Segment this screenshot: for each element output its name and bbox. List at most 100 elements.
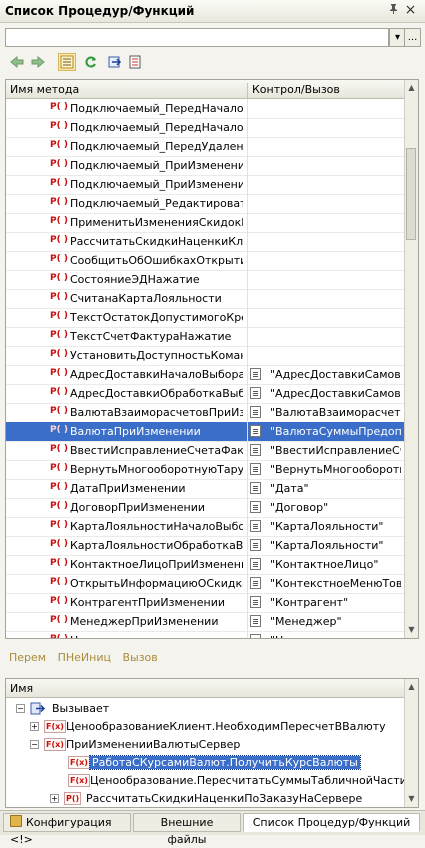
grid-row[interactable]: P( ) Подключаемый_ПередНачало... (6, 118, 404, 138)
grid-row[interactable]: P( ) УстановитьДоступностьКоман... (6, 346, 404, 366)
method-name: МенеджерПриИзменении (70, 615, 219, 628)
grid-row[interactable]: P( ) КартаЛояльностиНачалоВыбора "КартаЛоя… (6, 517, 404, 537)
grid-row[interactable]: P( ) ОткрытьИнформациюОСкидках "Контекстно… (6, 574, 404, 594)
grid-row[interactable]: P( )ВернутьМногооборотнуюТаруП... "Вернут… (6, 460, 404, 480)
control-icon (250, 406, 261, 418)
function-icon: F(x) (68, 774, 90, 787)
window-title: Список Процедур/Функций (5, 4, 195, 18)
tree-node[interactable]: − Вызывает (6, 700, 404, 718)
column-name[interactable]: Имя (10, 682, 33, 695)
tab-procedure-list[interactable]: Список Процедур/Функций (243, 813, 420, 832)
column-method-name[interactable]: Имя метода (10, 83, 79, 96)
grid-row[interactable]: P( )Н... "Н... (6, 631, 404, 638)
control-call: "ВалютаВзаиморасчет... (270, 406, 401, 419)
tree-node[interactable]: − F(x) ПриИзмененииВалютыСервер (6, 736, 404, 754)
grid-row[interactable]: P( ) КонтрагентПриИзменении "Контрагент" (6, 593, 404, 613)
control-call: "КартаЛояльности" (270, 520, 384, 533)
tree-node[interactable]: F(x) Ценообразование.ПересчитатьСуммыТабл… (6, 772, 418, 790)
method-name: Н... (70, 634, 243, 638)
procedure-icon: P( ) (50, 501, 68, 511)
grid-row[interactable]: P( ) ПрименитьИзмененияСкидокН... (6, 213, 404, 233)
procedure-icon: P( ) (50, 292, 68, 302)
tab-configuration[interactable]: Конфигурация <!> (3, 813, 131, 846)
procedure-icon: P( ) (50, 406, 68, 416)
grid-row[interactable]: P( ) Подключаемый_Редактироват... (6, 194, 404, 214)
goto-icon[interactable] (106, 53, 124, 71)
scroll-down-icon[interactable]: ▼ (405, 622, 418, 638)
link-pneinic[interactable]: ПНеИниц (58, 651, 111, 664)
refresh-icon[interactable] (82, 53, 100, 71)
expand-toggle-icon[interactable]: − (16, 704, 25, 713)
link-vyzov[interactable]: Вызов (122, 651, 157, 664)
control-call: "ВернутьМногооборотн... (270, 463, 401, 476)
tab-external-files[interactable]: Внешние файлы (133, 813, 241, 846)
grid-row[interactable]: P( ) КартаЛояльностиОбработкаВ... "КартаЛо… (6, 536, 404, 556)
procedure-icon: P( ) (50, 197, 68, 207)
pin-icon[interactable] (386, 3, 401, 18)
procedure-icon: P( ) (50, 254, 68, 264)
expand-toggle-icon[interactable]: + (30, 722, 39, 731)
procedure-icon: P( ) (50, 178, 68, 188)
back-arrow-icon[interactable] (8, 53, 26, 71)
list-icon[interactable] (126, 53, 144, 71)
grid-row[interactable]: P( ) МенеджерПриИзменении "Менеджер" (6, 612, 404, 632)
tree-scroll-down-icon[interactable]: ▼ (405, 791, 418, 807)
call-tree[interactable]: Имя − Вызывает + F(x) ЦенообразованиеКлиент.… (5, 678, 419, 808)
methods-grid[interactable]: Имя метода Контрол/Вызов P( ) Подключаемы… (5, 79, 419, 639)
grid-row[interactable]: P( ) ТекстСчетФактураНажатие (6, 327, 404, 347)
grid-row[interactable]: P( ) ТекстОстатокДопустимогоКре... (6, 308, 404, 328)
method-name: ДоговорПриИзменении (70, 501, 206, 514)
procedure-icon: P( ) (50, 273, 68, 283)
control-call: "КонтекстноеМенюТов... (270, 577, 401, 590)
method-name: КартаЛояльностиОбработкаВ... (70, 539, 243, 552)
grid-row[interactable]: P( ) ВвестиИсправлениеСчетаФак... "ВвестиИ… (6, 441, 404, 461)
tree-node[interactable]: + P() РассчитатьСкидкиНаценкиПоЗаказуНаСер… (6, 790, 404, 807)
grid-row[interactable]: P( ) КонтактноеЛицоПриИзменении "Контактно… (6, 555, 404, 575)
tree-node[interactable]: + F(x) ЦенообразованиеКлиент.НеобходимПере… (6, 718, 404, 736)
method-name: ВалютаВзаиморасчетовПриИз... (70, 406, 243, 419)
grid-row[interactable]: P( ) Подключаемый_ПриИзменени... (6, 175, 404, 195)
grid-scrollbar[interactable]: ▲ ▼ (404, 80, 418, 638)
procedure-icon: P( ) (50, 235, 68, 245)
control-icon (250, 520, 261, 532)
method-name: ОткрытьИнформациюОСкидках (70, 577, 243, 590)
method-name: ВвестиИсправлениеСчетаФак... (70, 444, 243, 457)
search-input[interactable] (6, 29, 384, 46)
method-name: УстановитьДоступностьКоман... (70, 349, 243, 362)
tree-node-label: ЦенообразованиеКлиент.НеобходимПересчетВ… (66, 720, 386, 733)
search-options-button[interactable]: ... (404, 28, 421, 47)
grid-row[interactable]: P( ) АдресДоставкиОбработкаВыб... "АдресДо… (6, 384, 404, 404)
grid-row[interactable]: P( ) ДатаПриИзменении "Дата" (6, 479, 404, 499)
grid-row[interactable]: P( ) Подключаемый_ПриИзменени... (6, 156, 404, 176)
scroll-up-icon[interactable]: ▲ (405, 80, 418, 96)
grid-row[interactable]: P( ) СчитанаКартаЛояльности (6, 289, 404, 309)
grid-row[interactable]: P( ) РассчитатьСкидкиНаценкиКли... (6, 232, 404, 252)
tree-scrollbar[interactable]: ▲ ▼ (404, 679, 418, 807)
grid-row[interactable]: P( ) Подключаемый_ПередУдален... (6, 137, 404, 157)
tree-node[interactable]: F(x) РаботаСКурсамиВалют.ПолучитьКурсВалю… (6, 754, 404, 772)
tree-node-label: РаботаСКурсамиВалют.ПолучитьКурсВалюты (89, 755, 361, 770)
search-field[interactable] (5, 28, 389, 47)
forward-arrow-icon[interactable] (29, 53, 47, 71)
grid-row[interactable]: P( ) ВалютаВзаиморасчетовПриИз... "ВалютаВ… (6, 403, 404, 423)
close-button[interactable]: × (403, 3, 418, 18)
tree-node-label: Ценообразование.ПересчитатьСуммыТаблично… (90, 774, 419, 787)
grid-row[interactable]: P( ) ДоговорПриИзменении "Договор" (6, 498, 404, 518)
grid-row[interactable]: P( ) АдресДоставкиНачалоВыбора "АдресДоста… (6, 365, 404, 385)
grid-row[interactable]: P( )СообщитьОбОшибкахОткрытия... (6, 251, 404, 271)
tree-node-label: ПриИзмененииВалютыСервер (66, 738, 241, 751)
control-call: "АдресДоставкиСамов... (270, 387, 401, 400)
scroll-thumb[interactable] (406, 148, 416, 240)
column-control-call[interactable]: Контрол/Вызов (252, 83, 340, 96)
grid-row[interactable]: P( ) СостояниеЭДНажатие (6, 270, 404, 290)
module-tree-icon[interactable] (58, 53, 76, 71)
arrow-icon (30, 702, 46, 718)
grid-row[interactable]: P( ) Подключаемый_ПередНачало... (6, 99, 404, 119)
grid-row[interactable]: P( ) ВалютаПриИзменении "ВалютаСуммыПредоп… (6, 422, 404, 442)
method-name: Подключаемый_ПередУдален... (70, 140, 243, 153)
control-call: "Дата" (270, 482, 309, 495)
expand-toggle-icon[interactable]: − (30, 740, 39, 749)
tree-scroll-up-icon[interactable]: ▲ (405, 679, 418, 695)
expand-toggle-icon[interactable]: + (50, 794, 59, 803)
link-perem[interactable]: Перем (9, 651, 46, 664)
